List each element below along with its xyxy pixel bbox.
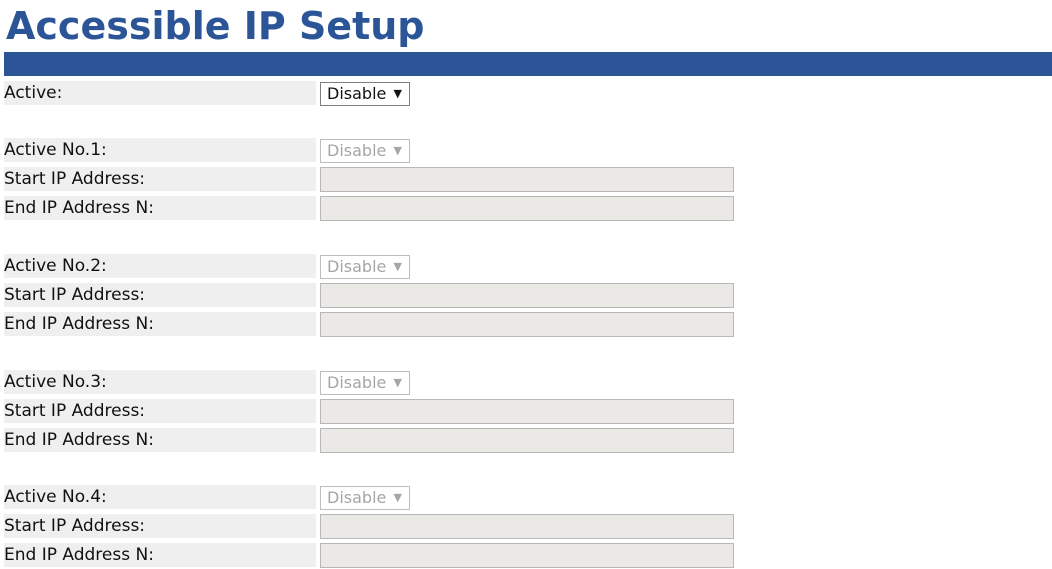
group-3-active-select[interactable]: Disable ▼: [320, 371, 410, 395]
group-2-start-ip-input[interactable]: [320, 283, 734, 308]
group-4-active-select[interactable]: Disable ▼: [320, 486, 410, 510]
caret-down-icon: ▼: [393, 260, 402, 273]
group-1-active-label: Active No.1:: [4, 138, 316, 162]
group-4-start-ip-input[interactable]: [320, 514, 734, 539]
group-1-active-select[interactable]: Disable ▼: [320, 139, 410, 163]
group-4-select-value: Disable: [327, 488, 387, 507]
group-2-start-label: Start IP Address:: [4, 283, 316, 307]
group-2-active-select[interactable]: Disable ▼: [320, 255, 410, 279]
group-2-end-label: End IP Address N:: [4, 312, 316, 336]
group-4-end-ip-input[interactable]: [320, 543, 734, 568]
caret-down-icon: ▼: [393, 491, 402, 504]
group-1-start-label: Start IP Address:: [4, 167, 316, 191]
active-select[interactable]: Disable ▼: [320, 82, 410, 106]
group-1-end-ip-input[interactable]: [320, 196, 734, 221]
group-3-end-label: End IP Address N:: [4, 428, 316, 452]
header-bar: [4, 52, 1052, 76]
caret-down-icon: ▼: [393, 144, 402, 157]
group-1-start-ip-input[interactable]: [320, 167, 734, 192]
caret-down-icon: ▼: [393, 376, 402, 389]
group-3-select-value: Disable: [327, 373, 387, 392]
group-2-active-label: Active No.2:: [4, 254, 316, 278]
group-1-select-value: Disable: [327, 141, 387, 160]
group-4-end-label: End IP Address N:: [4, 543, 316, 567]
group-2-select-value: Disable: [327, 257, 387, 276]
group-3-active-label: Active No.3:: [4, 370, 316, 394]
group-1-end-label: End IP Address N:: [4, 196, 316, 220]
group-2-end-ip-input[interactable]: [320, 312, 734, 337]
page-title: Accessible IP Setup: [6, 4, 425, 48]
group-3-end-ip-input[interactable]: [320, 428, 734, 453]
group-3-start-label: Start IP Address:: [4, 399, 316, 423]
group-3-start-ip-input[interactable]: [320, 399, 734, 424]
group-4-start-label: Start IP Address:: [4, 514, 316, 538]
group-4-active-label: Active No.4:: [4, 485, 316, 509]
active-label: Active:: [4, 81, 316, 105]
caret-down-icon: ▼: [393, 87, 402, 100]
active-select-value: Disable: [327, 84, 387, 103]
